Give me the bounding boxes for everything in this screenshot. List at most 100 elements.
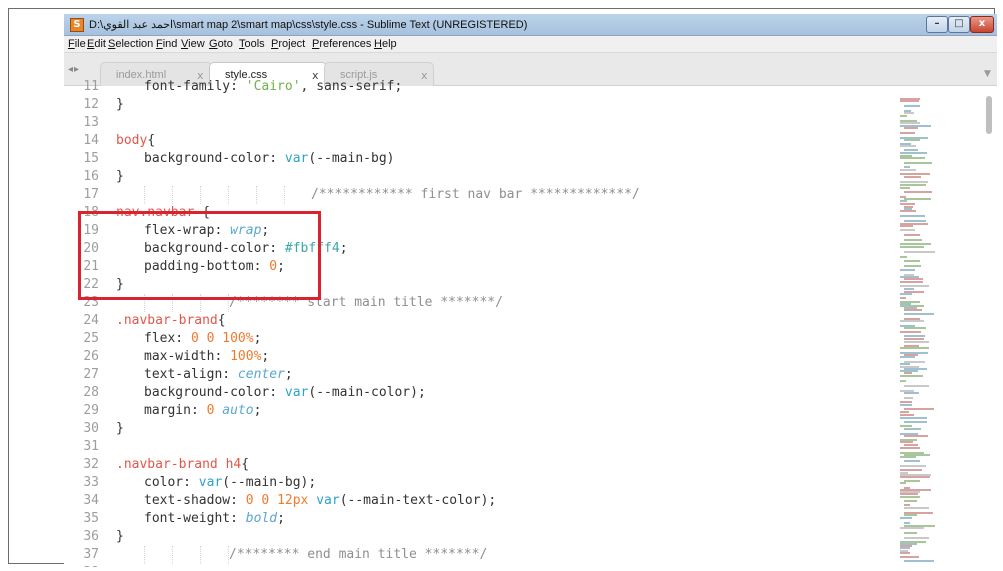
line-number: 36 [83, 529, 99, 544]
line-number: 25 [83, 331, 99, 346]
minimap-line [904, 198, 931, 200]
minimap-line [900, 293, 912, 295]
close-window-button[interactable]: x [970, 16, 994, 33]
line-number: 27 [83, 367, 99, 382]
minimap-line [904, 537, 929, 539]
minimap-line [900, 493, 918, 495]
code-line: 14 body{ [64, 132, 884, 150]
code-editor[interactable]: 11 font-family: 'Cairo', sans-serif; 12} 13… [64, 79, 997, 567]
line-number: 26 [83, 349, 99, 364]
code-text: body{ [116, 133, 156, 148]
minimap-line [900, 246, 924, 248]
code-line: 25 flex: 0 0 100%; [64, 330, 884, 348]
menu-file[interactable]: File [68, 38, 86, 50]
menu-help[interactable]: Help [374, 38, 397, 50]
red-highlight-box [78, 211, 321, 300]
minimap-line [900, 145, 916, 147]
menu-selection[interactable]: Selection [108, 38, 153, 50]
code-text: } [116, 169, 124, 184]
code-text: max-width: 100%; [144, 349, 270, 364]
tab-dropdown-icon[interactable]: ▼ [984, 69, 991, 79]
minimap-line [904, 166, 910, 168]
menu-tools[interactable]: Tools [239, 38, 265, 50]
line-number: 11 [83, 79, 99, 94]
minimap-line [900, 200, 907, 202]
minimap-line [904, 500, 917, 502]
minimap-line [900, 476, 930, 478]
minimap-line [900, 285, 929, 287]
line-number: 17 [83, 187, 99, 202]
line-number: 32 [83, 457, 99, 472]
code-line: 32 .navbar-brand h4{ [64, 456, 884, 474]
indent-guide [144, 546, 145, 564]
minimap-line [904, 532, 917, 534]
code-line: 31 [64, 438, 884, 456]
maximize-button[interactable]: □ [948, 16, 970, 33]
minimap-line [904, 392, 919, 394]
code-text: font-family: 'Cairo', sans-serif; [144, 79, 403, 94]
minimap-line [900, 157, 925, 159]
minimap-line [900, 173, 930, 175]
code-text: font-weight: bold; [144, 511, 285, 526]
minimap-line [900, 411, 909, 413]
minimap-line [900, 404, 912, 406]
minimap-line [904, 278, 923, 280]
minimap-line [904, 191, 932, 193]
minimap-line [904, 313, 934, 315]
minimap-line [900, 347, 929, 349]
line-number: 28 [83, 385, 99, 400]
indent-guide [172, 186, 173, 204]
menu-view[interactable]: View [181, 38, 205, 50]
code-text: } [116, 529, 124, 544]
sublime-text-window: S D:\احمد عبد القوي\smart map 2\smart ma… [64, 14, 997, 567]
minimap-line [900, 152, 927, 154]
line-number: 13 [83, 115, 99, 130]
minimize-button[interactable]: – [926, 16, 948, 33]
minimap-line [904, 127, 918, 129]
minimap-line [900, 169, 916, 171]
minimap-line [904, 514, 917, 516]
minimap-line [904, 234, 920, 236]
indent-guide [144, 186, 145, 204]
minimap-line [904, 309, 922, 311]
line-number: 15 [83, 151, 99, 166]
title-bar: S D:\احمد عبد القوي\smart map 2\smart ma… [64, 14, 997, 36]
minimap-line [900, 482, 906, 484]
minimap-line [904, 335, 925, 337]
code-line: 26 max-width: 100%; [64, 348, 884, 366]
menu-goto[interactable]: Goto [209, 38, 233, 50]
menu-project[interactable]: Project [271, 38, 305, 50]
code-text: margin: 0 auto; [144, 403, 262, 418]
code-line: 33 color: var(--main-bg); [64, 474, 884, 492]
code-line: 11 font-family: 'Cairo', sans-serif; [64, 78, 884, 96]
code-line: 37 /******** end main title *******/ [64, 546, 884, 564]
scrollbar-thumb[interactable] [986, 96, 992, 134]
code-line: 34 text-shadow: 0 0 12px var(--main-text-… [64, 492, 884, 510]
minimap-line [900, 187, 910, 189]
line-number: 31 [83, 439, 99, 454]
code-line: 29 margin: 0 auto; [64, 402, 884, 420]
minimap-line [904, 105, 920, 107]
tab-navigation-arrows-icon[interactable]: ◂▸ [68, 64, 80, 75]
minimap-line [900, 465, 926, 467]
minimap[interactable] [900, 98, 980, 567]
code-line: 30} [64, 420, 884, 438]
minimap-line [900, 556, 919, 558]
minimap-line [904, 522, 910, 524]
menu-edit[interactable]: Edit [87, 38, 106, 50]
minimap-line [900, 456, 916, 458]
minimap-line [900, 401, 912, 403]
line-number: 12 [83, 97, 99, 112]
indent-guide [200, 186, 201, 204]
minimap-line [900, 256, 907, 258]
menu-find[interactable]: Find [156, 38, 177, 50]
minimap-line [900, 363, 910, 365]
code-text: text-align: center; [144, 367, 293, 382]
minimap-line [900, 243, 931, 245]
code-text: } [116, 97, 124, 112]
code-line: 36} [64, 528, 884, 546]
minimap-line [900, 320, 924, 322]
menu-preferences[interactable]: Preferences [312, 38, 371, 50]
minimap-line [900, 203, 915, 205]
minimap-line [904, 435, 928, 437]
